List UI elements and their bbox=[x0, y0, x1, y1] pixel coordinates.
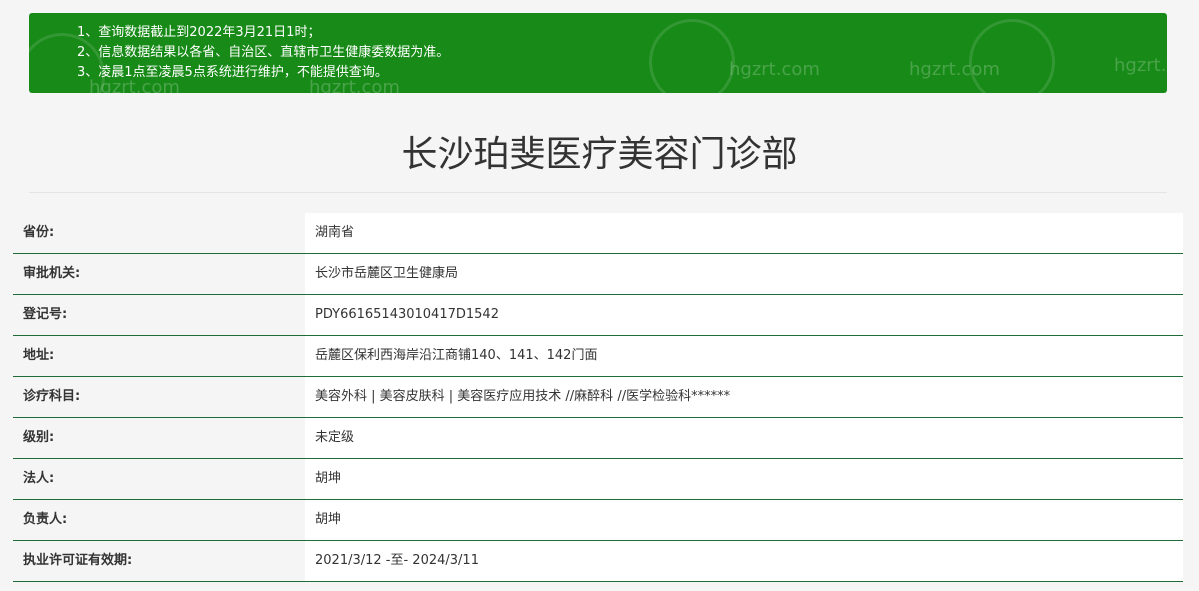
row-value-province: 湖南省 bbox=[305, 213, 1183, 253]
page-title: 长沙珀斐医疗美容门诊部 bbox=[401, 134, 798, 175]
table-row: 法人: 胡坤 bbox=[13, 459, 1183, 500]
row-value-registration-number: PDY66165143010417D1542 bbox=[305, 295, 1183, 335]
table-row: 诊疗科目: 美容外科 | 美容皮肤科 | 美容医疗应用技术 //麻醉科 //医学… bbox=[13, 377, 1183, 418]
table-row: 登记号: PDY66165143010417D1542 bbox=[13, 295, 1183, 336]
info-table: 省份: 湖南省 审批机关: 长沙市岳麓区卫生健康局 登记号: PDY661651… bbox=[13, 213, 1183, 582]
row-label-license-validity: 执业许可证有效期: bbox=[13, 541, 305, 581]
row-label-address: 地址: bbox=[13, 336, 305, 376]
table-row: 执业许可证有效期: 2021/3/12 -至- 2024/3/11 bbox=[13, 541, 1183, 582]
row-value-approval-authority: 长沙市岳麓区卫生健康局 bbox=[305, 254, 1183, 294]
row-value-legal-person: 胡坤 bbox=[305, 459, 1183, 499]
row-label-legal-person: 法人: bbox=[13, 459, 305, 499]
row-label-level: 级别: bbox=[13, 418, 305, 458]
row-value-level: 未定级 bbox=[305, 418, 1183, 458]
row-value-license-validity: 2021/3/12 -至- 2024/3/11 bbox=[305, 541, 1183, 581]
row-label-departments: 诊疗科目: bbox=[13, 377, 305, 417]
table-row: 地址: 岳麓区保利西海岸沿江商铺140、141、142门面 bbox=[13, 336, 1183, 377]
notice-line-2: 2、信息数据结果以各省、自治区、直辖市卫生健康委数据为准。 bbox=[77, 45, 450, 60]
row-value-departments: 美容外科 | 美容皮肤科 | 美容医疗应用技术 //麻醉科 //医学检验科***… bbox=[305, 377, 1183, 417]
row-label-person-in-charge: 负责人: bbox=[13, 500, 305, 540]
row-label-province: 省份: bbox=[13, 213, 305, 253]
title-divider bbox=[29, 192, 1167, 193]
row-label-registration-number: 登记号: bbox=[13, 295, 305, 335]
row-label-approval-authority: 审批机关: bbox=[13, 254, 305, 294]
row-value-person-in-charge: 胡坤 bbox=[305, 500, 1183, 540]
table-row: 负责人: 胡坤 bbox=[13, 500, 1183, 541]
table-row: 审批机关: 长沙市岳麓区卫生健康局 bbox=[13, 254, 1183, 295]
table-row: 级别: 未定级 bbox=[13, 418, 1183, 459]
notice-line-1: 1、查询数据截止到2022年3月21日1时； bbox=[77, 25, 321, 40]
table-row: 省份: 湖南省 bbox=[13, 213, 1183, 254]
notice-banner: hgzrt.com hgzrt.com hgzrt.com hgzrt.com … bbox=[29, 13, 1167, 93]
notice-line-3: 3、凌晨1点至凌晨5点系统进行维护，不能提供查询。 bbox=[77, 65, 388, 80]
row-value-address: 岳麓区保利西海岸沿江商铺140、141、142门面 bbox=[305, 336, 1183, 376]
